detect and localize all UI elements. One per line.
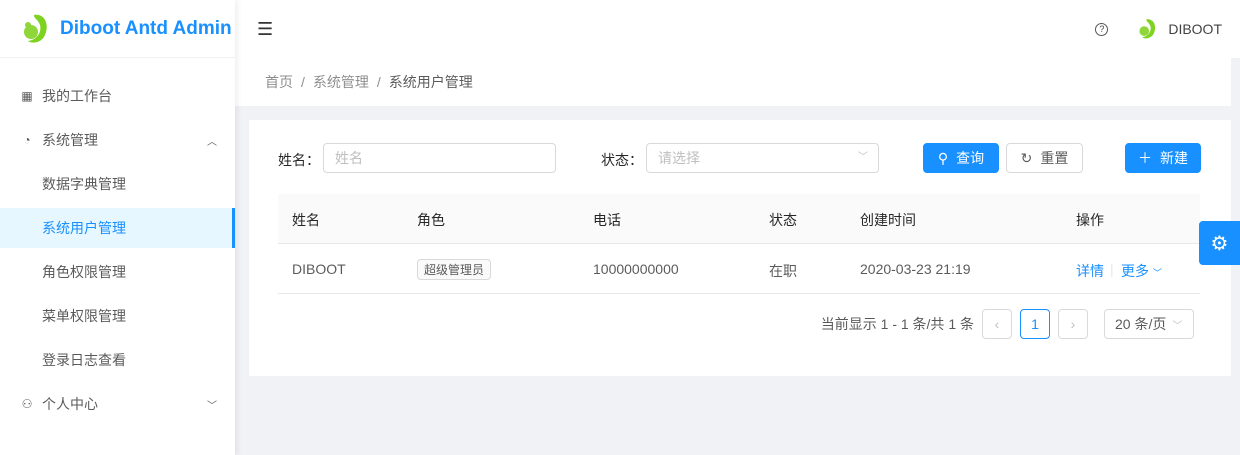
app-title: Diboot Antd Admin [60,17,232,39]
breadcrumb-current: 系统用户管理 [388,74,473,90]
squirrel-logo-icon [24,14,47,43]
help-icon[interactable]: ? [1095,22,1109,36]
sidebar-item-label: 菜单权限管理 [42,308,126,324]
user-icon: ⚇ [21,397,33,411]
chevron-down-icon: ﹀ [858,152,868,163]
cell-created: 2020-03-23 21:19 [860,261,971,277]
column-header: 创建时间 [860,212,916,228]
sidebar-item-login-log[interactable]: 登录日志查看 [0,340,235,380]
sidebar-item-users[interactable]: 系统用户管理 [0,208,235,248]
sidebar-item-label: 个人中心 [42,396,98,412]
create-button[interactable]: ＋新建 [1125,143,1201,173]
chevron-down-icon: ﹀ [1152,268,1162,278]
role-tag: 超级管理员 [417,259,492,280]
sidebar-item-personal[interactable]: ⚇ 个人中心 ﹀ [0,384,235,424]
sidebar-item-label: 系统管理 [42,132,98,148]
user-avatar-icon[interactable] [1136,18,1158,40]
column-header: 角色 [417,212,445,228]
search-form: 姓名： 姓名 状态： 请选择 ﹀ ⚲ 查询 ↻ 重置 ＋新建 [249,143,1231,173]
username[interactable]: DIBOOT [1168,21,1222,37]
sidebar-item-label: 登录日志查看 [42,352,126,368]
breadcrumb-home[interactable]: 首页 [265,72,293,92]
status-label: 状态： [601,152,643,168]
sidebar-item-label: 我的工作台 [42,88,112,104]
column-header: 操作 [1076,212,1104,228]
chevron-down-icon: ﹀ [1172,320,1183,332]
sidebar: Diboot Antd Admin ▦ 我的工作台 ◔ 系统管理 ︿ 数据字典管理 系… [0,0,235,455]
cell-status: 在职 [769,263,797,279]
prev-page-button[interactable]: ‹ [982,309,1012,339]
name-label: 姓名： [278,152,320,168]
search-icon: ⚲ [937,149,949,166]
chevron-up-icon: ︿ [207,136,217,148]
cell-phone: 10000000000 [593,261,679,277]
pagination-summary: 当前显示 1 - 1 条/共 1 条 [820,316,974,332]
header: ☰ ? DIBOOT [235,0,1240,58]
breadcrumb: 首页 / 系统管理 / 系统用户管理 [235,58,1240,106]
breadcrumb-separator: / [376,74,381,90]
settings-gear-icon[interactable]: ⚙ [1199,221,1240,265]
users-table: 姓名 角色 电话 状态 创建时间 操作 DIBOOT 超级管理员 1000000… [278,194,1200,294]
sidebar-item-dict[interactable]: 数据字典管理 [0,164,235,204]
cell-name: DIBOOT [292,261,346,277]
sidebar-item-system[interactable]: ◔ 系统管理 ︿ [0,120,235,160]
page-size-select[interactable]: 20 条/页 ﹀ [1104,309,1194,339]
next-page-button[interactable]: › [1058,309,1088,339]
plus-icon: ＋ [1138,150,1152,166]
dashboard-icon: ▦ [21,89,33,103]
search-button[interactable]: ⚲ 查询 [923,143,999,173]
breadcrumb-separator: / [301,74,305,90]
table-row: DIBOOT 超级管理员 10000000000 在职 2020-03-23 2… [278,244,1200,294]
column-header: 姓名 [292,212,320,228]
column-header: 状态 [769,212,797,228]
sidebar-item-workbench[interactable]: ▦ 我的工作台 [0,76,235,116]
pagination: 当前显示 1 - 1 条/共 1 条 ‹ 1 › 20 条/页 ﹀ [821,309,1194,339]
column-header: 电话 [593,212,621,228]
detail-link[interactable]: 详情 [1076,261,1104,281]
chevron-down-icon: ﹀ [207,400,217,412]
gauge-icon: ◔ [23,133,31,147]
name-input[interactable]: 姓名 [323,143,556,173]
sidebar-item-menus[interactable]: 菜单权限管理 [0,296,235,336]
sidebar-item-label: 角色权限管理 [42,264,126,280]
reset-button[interactable]: ↻ 重置 [1006,143,1083,173]
more-dropdown[interactable]: 更多 ﹀ [1121,261,1162,281]
sidebar-item-label: 系统用户管理 [42,220,126,236]
menu-fold-icon[interactable]: ☰ [257,19,273,40]
status-select[interactable]: 请选择 ﹀ [646,143,879,173]
sidebar-item-roles[interactable]: 角色权限管理 [0,252,235,292]
sidebar-item-label: 数据字典管理 [42,176,126,192]
logo[interactable]: Diboot Antd Admin [0,0,235,58]
page-1[interactable]: 1 [1020,309,1050,339]
reload-icon: ↻ [1020,149,1033,166]
content-card: 姓名： 姓名 状态： 请选择 ﹀ ⚲ 查询 ↻ 重置 ＋新建 姓名 角色 电话 状态 … [249,120,1231,376]
breadcrumb-system[interactable]: 系统管理 [313,72,369,92]
divider: | [1110,261,1114,277]
